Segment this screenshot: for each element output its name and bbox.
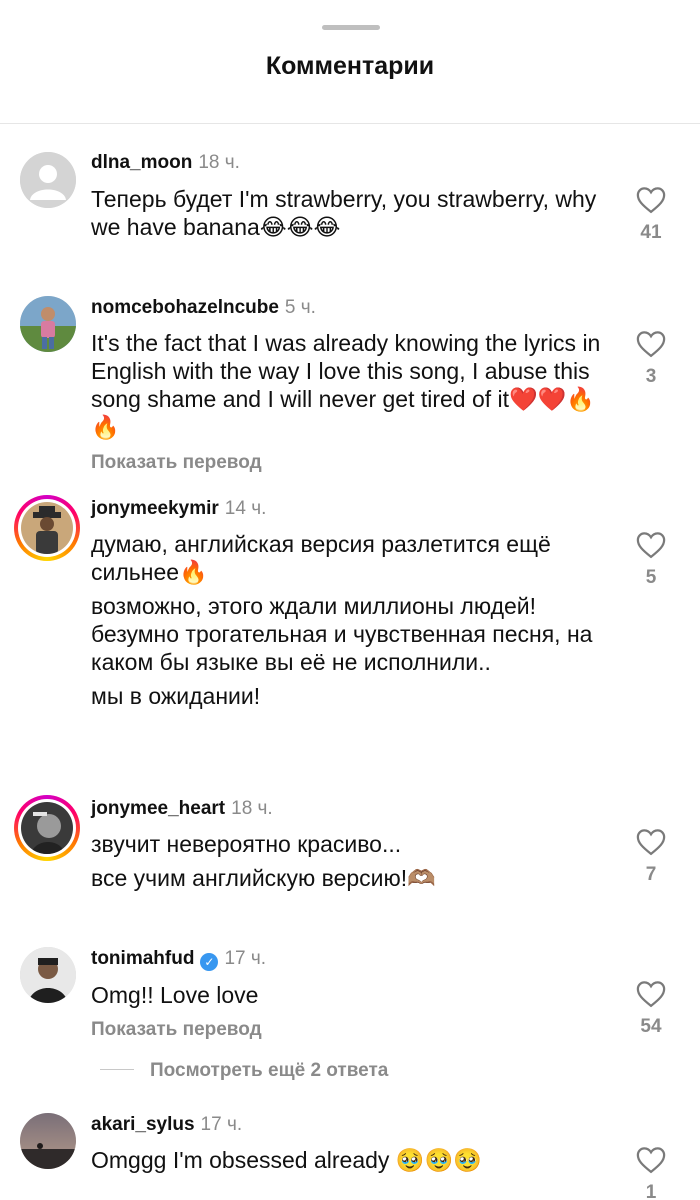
photo-graphic bbox=[21, 502, 73, 554]
divider bbox=[0, 123, 700, 124]
like-button[interactable]: 3 bbox=[634, 330, 668, 388]
profile-photo bbox=[21, 802, 73, 854]
avatar-ring-gap bbox=[18, 499, 76, 557]
verified-badge-icon: ✓ bbox=[200, 953, 219, 971]
comment-text: Omg!! Love love bbox=[91, 981, 611, 1015]
avatar-ring-gap bbox=[18, 799, 76, 857]
comment-header: akari_sylus 17 ч. bbox=[91, 1114, 242, 1136]
heart-icon bbox=[636, 331, 666, 358]
like-count: 41 bbox=[640, 222, 662, 243]
like-count: 54 bbox=[640, 1016, 662, 1037]
comments-sheet: Комментарии dlna_moon 18 ч. Теперь будет … bbox=[0, 0, 700, 1200]
comment-header: jonymee_heart 18 ч. bbox=[91, 798, 273, 820]
username[interactable]: jonymeekymir bbox=[91, 498, 219, 519]
like-button[interactable]: 41 bbox=[634, 186, 668, 244]
view-more-replies-button[interactable]: Посмотреть ещё 2 ответа bbox=[100, 1060, 388, 1082]
timestamp: 5 ч. bbox=[284, 297, 316, 318]
like-count: 7 bbox=[645, 864, 657, 885]
photo-graphic bbox=[21, 802, 73, 854]
heart-icon bbox=[636, 532, 666, 559]
profile-photo bbox=[20, 1113, 76, 1169]
comment-text: думаю, английская версия разлетится ещё … bbox=[91, 530, 611, 716]
comment-header: nomcebohazelncube 5 ч. bbox=[91, 297, 316, 319]
comment-line: думаю, английская версия разлетится ещё … bbox=[91, 531, 551, 585]
heart-icon bbox=[636, 187, 666, 214]
heart-icon bbox=[636, 829, 666, 856]
timestamp: 17 ч. bbox=[200, 1114, 243, 1135]
view-more-replies-label: Посмотреть ещё 2 ответа bbox=[150, 1060, 389, 1081]
default-avatar-icon bbox=[20, 152, 76, 208]
like-button[interactable]: 1 bbox=[634, 1146, 668, 1200]
comment-line: возможно, этого ждали миллионы людей! бе… bbox=[91, 593, 593, 675]
comment-header: dlna_moon 18 ч. bbox=[91, 152, 240, 174]
comment-line: It's the fact that I was already knowing… bbox=[91, 330, 601, 440]
show-translation-link[interactable]: Показать перевод bbox=[91, 452, 262, 474]
like-count: 1 bbox=[645, 1182, 657, 1200]
replies-line bbox=[100, 1069, 134, 1070]
timestamp: 17 ч. bbox=[224, 948, 267, 969]
like-button[interactable]: 7 bbox=[634, 828, 668, 886]
timestamp: 18 ч. bbox=[198, 152, 240, 173]
comment-line: Теперь будет I'm strawberry, you strawbe… bbox=[91, 186, 597, 240]
timestamp: 14 ч. bbox=[224, 498, 267, 519]
avatar[interactable] bbox=[20, 152, 76, 208]
heart-icon bbox=[636, 1147, 666, 1174]
username[interactable]: nomcebohazelncube bbox=[91, 297, 279, 318]
comment-header: tonimahfud ✓ 17 ч. bbox=[91, 948, 266, 971]
like-count: 3 bbox=[645, 366, 657, 387]
drag-handle[interactable] bbox=[322, 25, 380, 30]
heart-icon bbox=[636, 981, 666, 1008]
like-count: 5 bbox=[645, 567, 657, 588]
comment-line: Omg!! Love love bbox=[91, 982, 259, 1008]
username[interactable]: jonymee_heart bbox=[91, 798, 225, 819]
username[interactable]: tonimahfud bbox=[91, 948, 194, 969]
sheet-title: Комментарии bbox=[265, 52, 435, 80]
like-button[interactable]: 54 bbox=[634, 980, 668, 1038]
comment-line: мы в ожидании! bbox=[91, 683, 261, 709]
avatar-with-story-ring[interactable] bbox=[14, 495, 80, 561]
like-button[interactable]: 5 bbox=[634, 531, 668, 589]
comment-line: звучит невероятно красиво... bbox=[91, 831, 402, 857]
username[interactable]: akari_sylus bbox=[91, 1114, 195, 1135]
avatar[interactable] bbox=[20, 1113, 76, 1169]
avatar-with-story-ring[interactable] bbox=[14, 795, 80, 861]
profile-photo bbox=[20, 947, 76, 1003]
avatar[interactable] bbox=[20, 296, 76, 352]
profile-photo bbox=[20, 296, 76, 352]
comment-header: jonymeekymir 14 ч. bbox=[91, 498, 266, 520]
username[interactable]: dlna_moon bbox=[91, 152, 192, 173]
comment-text: Omggg I'm obsessed already 🥹🥹🥹 bbox=[91, 1146, 611, 1180]
comment-line: все учим английскую версию!🫶🏽 bbox=[91, 865, 436, 891]
show-translation-link[interactable]: Показать перевод bbox=[91, 1019, 262, 1041]
profile-photo bbox=[21, 502, 73, 554]
comment-text: звучит невероятно красиво... все учим ан… bbox=[91, 830, 611, 898]
timestamp: 18 ч. bbox=[231, 798, 273, 819]
avatar[interactable] bbox=[20, 947, 76, 1003]
comment-line: Omggg I'm obsessed already 🥹🥹🥹 bbox=[91, 1147, 482, 1173]
comment-text: It's the fact that I was already knowing… bbox=[91, 329, 611, 447]
comment-text: Теперь будет I'm strawberry, you strawbe… bbox=[91, 185, 611, 247]
